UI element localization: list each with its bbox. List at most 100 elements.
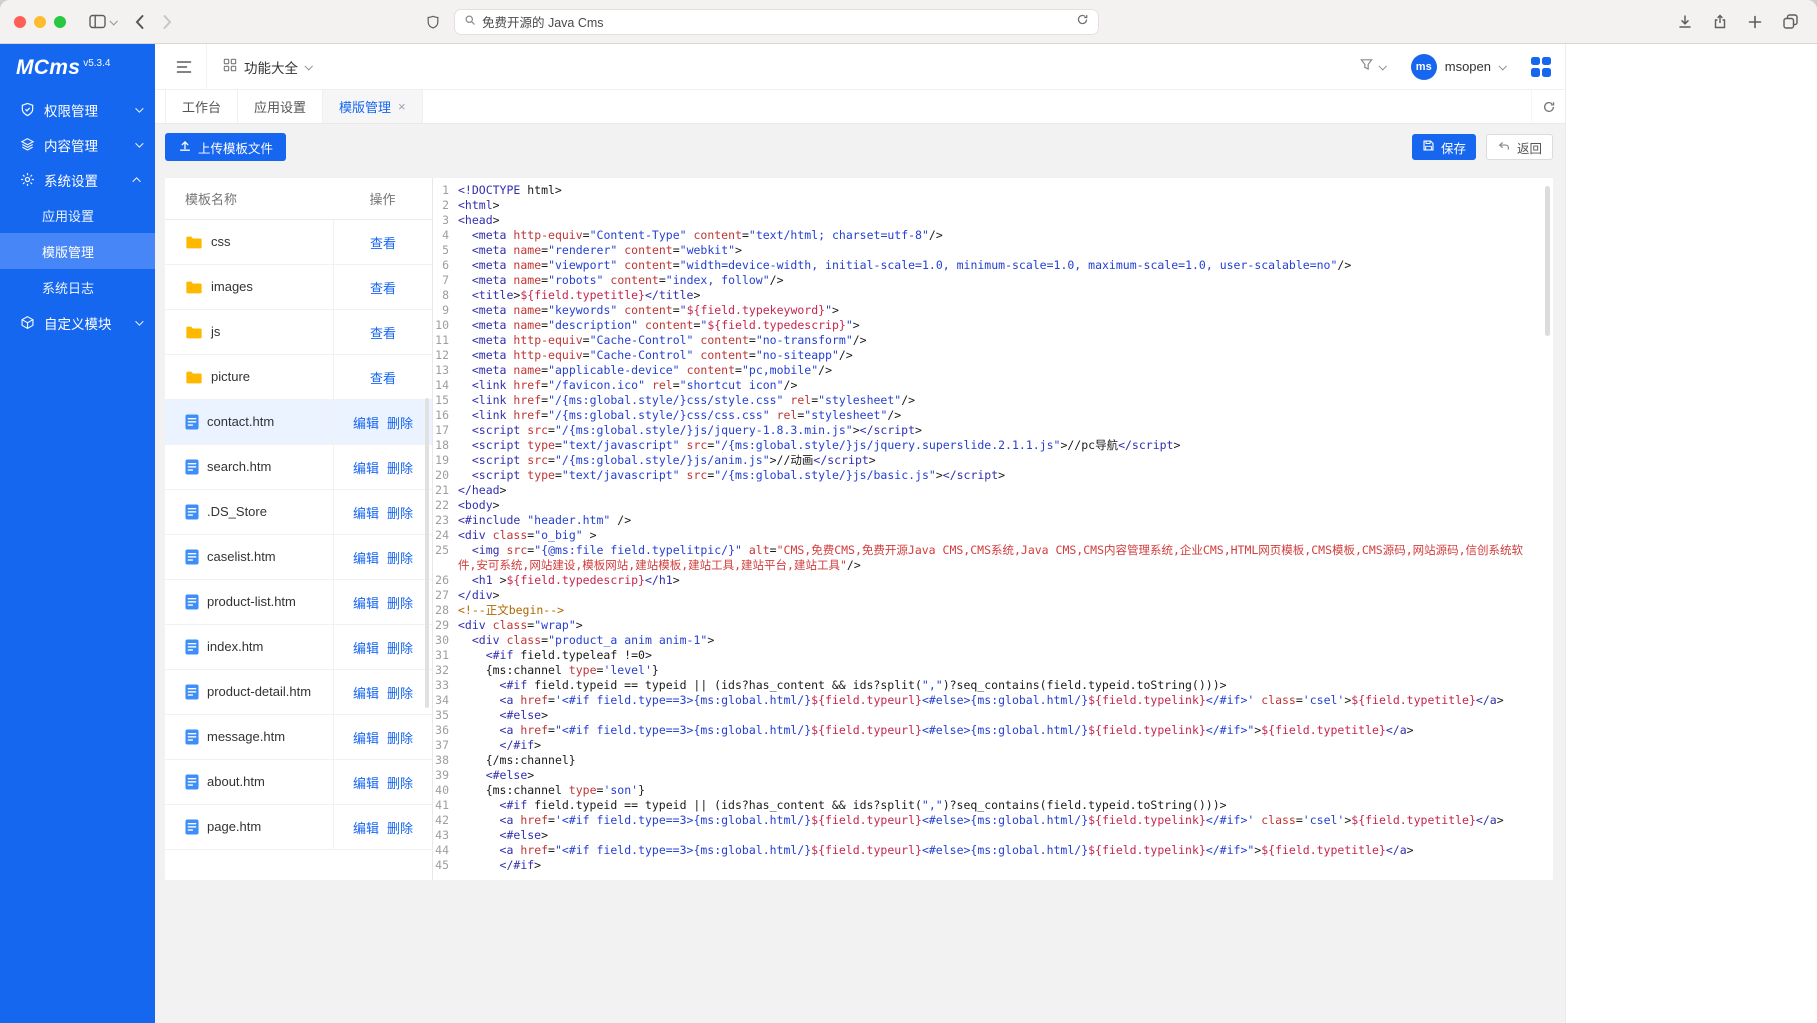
collapse-sidebar-icon[interactable] [161,44,207,90]
all-features-menu[interactable]: 功能大全 [207,44,327,90]
delete-link[interactable]: 删除 [387,548,413,567]
tab-workbench[interactable]: 工作台 [165,90,238,123]
tab-app-settings[interactable]: 应用设置 [238,90,323,123]
delete-link[interactable]: 删除 [387,413,413,432]
edit-link[interactable]: 编辑 [353,638,379,657]
chevron-down-icon[interactable] [109,17,117,25]
close-icon[interactable]: × [398,100,406,113]
file-row-.DS_Store[interactable]: .DS_Store编辑删除 [165,490,432,535]
upload-template-button[interactable]: 上传模板文件 [165,133,286,161]
tab-overview-icon[interactable] [1777,9,1803,35]
sidebar-toggle-icon[interactable] [84,9,110,35]
edit-link[interactable]: 编辑 [353,683,379,702]
edit-link[interactable]: 编辑 [353,413,379,432]
delete-link[interactable]: 删除 [387,818,413,837]
sidebar-item-custom-module[interactable]: 自定义模块 [0,305,155,340]
new-tab-icon[interactable] [1742,9,1768,35]
file-row-contact.htm[interactable]: contact.htm编辑删除 [165,400,432,445]
file-row-caselist.htm[interactable]: caselist.htm编辑删除 [165,535,432,580]
file-name-cell: search.htm [165,445,333,489]
privacy-shield-icon[interactable] [420,9,446,35]
file-row-page.htm[interactable]: page.htm编辑删除 [165,805,432,850]
filter-button[interactable] [1359,57,1385,77]
downloads-icon[interactable] [1672,9,1698,35]
edit-link[interactable]: 编辑 [353,773,379,792]
code-text: <link href="/favicon.ico" rel="shortcut … [458,378,1553,393]
share-icon[interactable] [1707,9,1733,35]
code-text: <#else> [458,708,1553,723]
sidebar-item-template-manage[interactable]: 模版管理 [0,233,155,269]
nav-back-button[interactable] [126,9,152,35]
file-icon [185,729,199,745]
save-button[interactable]: 保存 [1412,134,1476,160]
tab-template-manage[interactable]: 模版管理× [323,90,423,123]
line-number: 2 [433,198,458,213]
scrollbar[interactable] [1545,186,1550,336]
file-row-index.htm[interactable]: index.htm 编辑删除 [165,625,432,670]
file-row-images[interactable]: images查看 [165,265,432,310]
line-number: 41 [433,798,458,813]
code-line: 24<div class="o_big" > [433,528,1553,543]
delete-link[interactable]: 删除 [387,728,413,747]
file-row-message.htm[interactable]: message.htm 编辑删除 [165,715,432,760]
file-actions-cell: 编辑删除 [333,490,432,534]
return-button[interactable]: 返回 [1486,134,1553,160]
line-number: 34 [433,693,458,708]
edit-link[interactable]: 编辑 [353,503,379,522]
edit-link[interactable]: 编辑 [353,458,379,477]
file-name: message.htm [207,728,313,746]
delete-link[interactable]: 删除 [387,683,413,702]
edit-link[interactable]: 编辑 [353,548,379,567]
code-line: 12 <meta http-equiv="Cache-Control" cont… [433,348,1553,363]
scrollbar[interactable] [425,398,429,708]
file-icon [185,774,199,790]
address-bar[interactable]: 免费开源的 Java Cms [454,9,1099,35]
edit-link[interactable]: 编辑 [353,593,379,612]
save-label: 保存 [1441,138,1466,157]
file-row-picture[interactable]: picture查看 [165,355,432,400]
minimize-window-button[interactable] [34,16,46,28]
user-menu[interactable]: ms msopen [1411,54,1505,80]
code-line: 27</div> [433,588,1553,603]
delete-link[interactable]: 删除 [387,503,413,522]
view-link[interactable]: 查看 [370,323,396,342]
file-row-product-list.htm[interactable]: product-list.htm编辑删除 [165,580,432,625]
view-link[interactable]: 查看 [370,233,396,252]
sidebar-item-system-settings[interactable]: 系统设置 [0,162,155,197]
code-text: </head> [458,483,1553,498]
sidebar-item-label: 系统日志 [42,278,141,297]
code-editor[interactable]: 1<!DOCTYPE html>2<html>3<head>4 <meta ht… [433,178,1553,880]
edit-link[interactable]: 编辑 [353,818,379,837]
zoom-window-button[interactable] [54,16,66,28]
file-row-product-detail.htm[interactable]: product-detail.htm 编辑删除 [165,670,432,715]
line-number: 36 [433,723,458,738]
close-window-button[interactable] [14,16,26,28]
delete-link[interactable]: 删除 [387,773,413,792]
file-row-search.htm[interactable]: search.htm 编辑删除 [165,445,432,490]
file-row-css[interactable]: css查看 [165,220,432,265]
file-name: index.htm [207,638,313,656]
user-name: msopen [1445,59,1491,74]
code-line: 4 <meta http-equiv="Content-Type" conten… [433,228,1553,243]
sidebar-item-permissions[interactable]: 权限管理 [0,92,155,127]
sidebar-item-app-settings[interactable]: 应用设置 [0,197,155,233]
code-text: <img src="{@ms:file field.typelitpic/}" … [458,543,1553,573]
delete-link[interactable]: 删除 [387,458,413,477]
view-link[interactable]: 查看 [370,368,396,387]
edit-link[interactable]: 编辑 [353,728,379,747]
file-row-about.htm[interactable]: about.htm编辑删除 [165,760,432,805]
delete-link[interactable]: 删除 [387,638,413,657]
nav-forward-button[interactable] [154,9,180,35]
view-link[interactable]: 查看 [370,278,396,297]
file-name-cell: product-detail.htm [165,670,333,714]
delete-link[interactable]: 删除 [387,593,413,612]
reload-icon[interactable] [1076,13,1089,31]
sidebar-item-content[interactable]: 内容管理 [0,127,155,162]
chevron-down-icon [1498,62,1506,70]
search-icon [464,13,476,31]
apps-grid-icon[interactable] [1531,57,1551,77]
refresh-icon[interactable] [1531,90,1565,123]
line-number: 29 [433,618,458,633]
sidebar-item-system-log[interactable]: 系统日志 [0,269,155,305]
file-row-js[interactable]: js查看 [165,310,432,355]
